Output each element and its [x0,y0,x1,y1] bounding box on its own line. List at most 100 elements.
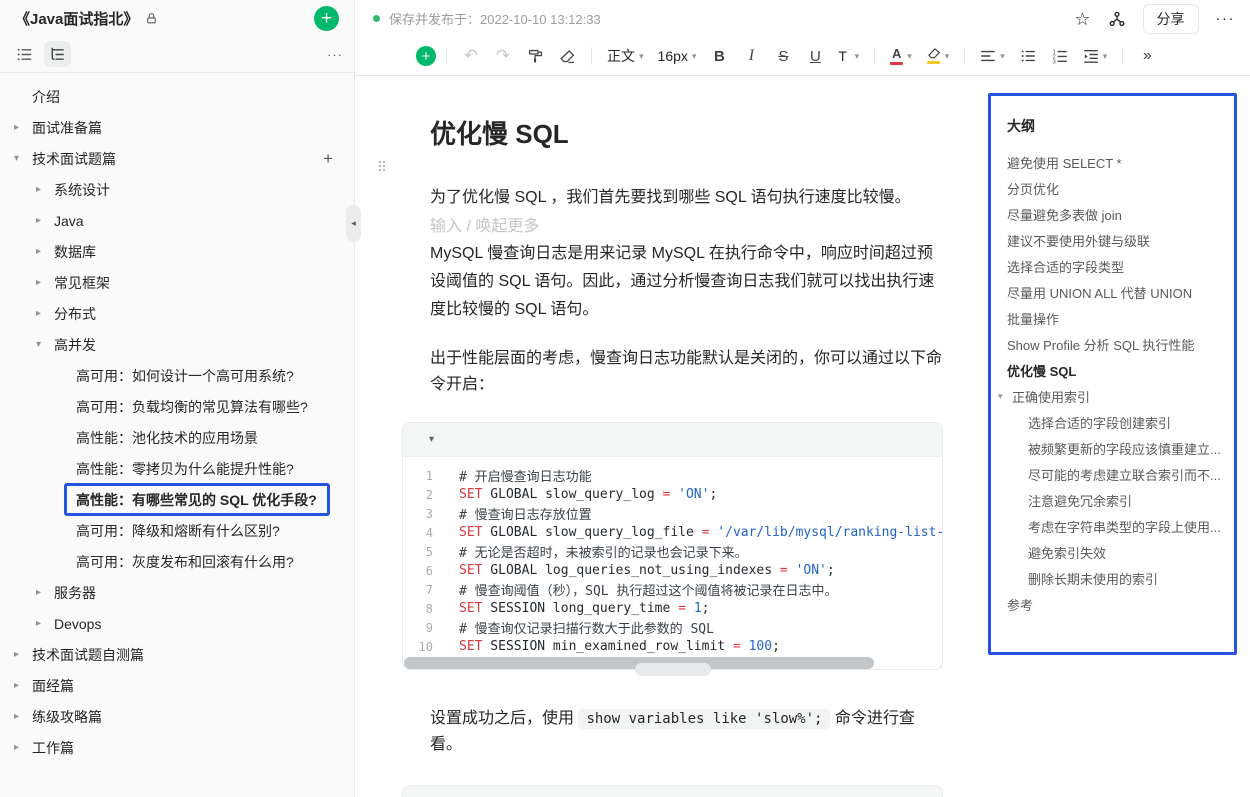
sidebar-item-label: 高可用：灰度发布和回滚有什么用? [76,552,294,572]
italic-button[interactable]: I [739,43,763,69]
document[interactable]: 优化慢 SQL ⠿ 为了优化慢 SQL ，我们首先要找到哪些 SQL 语句执行速… [430,76,943,797]
sidebar-more-button[interactable]: ··· [327,47,343,62]
sidebar-item[interactable]: 高性能：有哪些常见的 SQL 优化手段? [0,484,354,515]
font-color-dropdown[interactable]: A ▾ [887,43,915,69]
sidebar-item[interactable]: ▸数据库 [0,236,354,267]
outline-item[interactable]: 分页优化 [991,175,1224,201]
insert-block-button[interactable]: + [416,46,436,66]
outline-item[interactable]: 选择合适的字段创建索引 [991,409,1224,435]
sidebar-item[interactable]: ▸工作篇 [0,732,354,763]
sidebar-item[interactable]: ▸技术面试题自测篇 [0,639,354,670]
align-dropdown[interactable]: ▾ [977,43,1008,69]
editor-placeholder[interactable]: 输入 / 唤起更多 [430,214,943,240]
sidebar-item[interactable]: 高可用：如何设计一个高可用系统? [0,360,354,391]
chevron-down-icon[interactable]: ▾ [36,339,54,350]
indent-dropdown[interactable]: ▾ [1080,43,1111,69]
doc-title[interactable]: 优化慢 SQL [430,117,943,151]
outline-item[interactable]: 避免使用 SELECT * [991,149,1224,175]
spacing-dropdown[interactable]: T˙ ▾ [835,43,862,69]
drag-handle-icon[interactable]: ⠿ [377,160,387,174]
chevron-right-icon[interactable]: ▸ [36,215,54,226]
sidebar-item[interactable]: ▾技术面试题篇+ [0,143,354,174]
tree-view-button[interactable] [44,41,71,67]
redo-button[interactable]: ↷ [491,43,515,69]
collaborate-icon[interactable] [1108,10,1126,28]
highlight-color-dropdown[interactable]: ▾ [923,43,953,69]
sidebar-item[interactable]: ▾高并发 [0,329,354,360]
sidebar-item[interactable]: ▸练级攻略篇 [0,701,354,732]
sidebar-item[interactable]: ▸常见框架 [0,267,354,298]
sidebar-item[interactable]: ▸系统设计 [0,174,354,205]
outline-item-label: 注意避免冗余索引 [1028,491,1132,510]
bold-button[interactable]: B [707,43,731,69]
chevron-right-icon[interactable]: ▸ [14,649,32,660]
more-tools-button[interactable]: » [1135,43,1159,69]
paragraph[interactable]: 为了优化慢 SQL ，我们首先要找到哪些 SQL 语句执行速度比较慢。 [430,185,943,211]
underline-button[interactable]: U [803,43,827,69]
chevron-right-icon[interactable]: ▸ [36,618,54,629]
sidebar-item[interactable]: 高可用：灰度发布和回滚有什么用? [0,546,354,577]
sidebar-item[interactable]: 高可用：负载均衡的常见算法有哪些? [0,391,354,422]
add-page-icon[interactable]: + [323,149,333,169]
sidebar-item[interactable]: ▸面试准备篇 [0,112,354,143]
font-size-dropdown[interactable]: 16px ▾ [655,43,700,69]
list-view-button[interactable] [11,41,38,67]
chevron-right-icon[interactable]: ▸ [14,742,32,753]
chevron-right-icon[interactable]: ▸ [36,184,54,195]
outline-item[interactable]: 建议不要使用外键与级联 [991,227,1224,253]
sidebar-item[interactable]: ▸服务器 [0,577,354,608]
strikethrough-button[interactable]: S [771,43,795,69]
share-button[interactable]: 分享 [1143,4,1199,34]
chevron-right-icon[interactable]: ▸ [14,122,32,133]
format-painter-button[interactable] [523,43,547,69]
outline-item[interactable]: 尽量用 UNION ALL 代替 UNION [991,279,1224,305]
sidebar-item[interactable]: 高可用：降级和熔断有什么区别? [0,515,354,546]
sidebar-item[interactable]: ▸面经篇 [0,670,354,701]
chevron-right-icon[interactable]: ▸ [14,680,32,691]
outline-item[interactable]: 尽量避免多表做 join [991,201,1224,227]
outline-item[interactable]: 优化慢 SQL [991,357,1224,383]
numbered-list-button[interactable]: 1 2 3 [1048,43,1072,69]
star-icon[interactable]: ☆ [1074,10,1090,28]
outline-item[interactable]: ▾正确使用索引 [991,383,1224,409]
outline-item[interactable]: 删除长期未使用的索引 [991,565,1224,591]
chevron-right-icon[interactable]: ▸ [36,246,54,257]
code-block[interactable]: ▾ 1# 开启慢查询日志功能2SET GLOBAL slow_query_log… [402,422,943,670]
clear-format-button[interactable] [555,43,579,69]
chevron-down-icon[interactable]: ▾ [998,391,1012,402]
paragraph-style-dropdown[interactable]: 正文 ▾ [604,43,647,69]
line-number: 3 [403,507,433,521]
chevron-right-icon[interactable]: ▸ [14,711,32,722]
outline-item[interactable]: 参考 [991,591,1224,617]
collapse-code-icon[interactable]: ▾ [429,434,434,445]
outline-item[interactable]: 尽可能的考虑建立联合索引而不... [991,461,1224,487]
sidebar-item[interactable]: ▸分布式 [0,298,354,329]
add-book-item-button[interactable]: + [314,6,339,31]
chevron-right-icon[interactable]: ▸ [36,587,54,598]
code-block[interactable]: ▾ 1| Variable_name | Value | [402,785,943,797]
outline-item[interactable]: 考虑在字符串类型的字段上使用... [991,513,1224,539]
sidebar-item[interactable]: ▸Devops [0,608,354,639]
more-actions-button[interactable]: ··· [1216,10,1236,27]
outline-item[interactable]: 被频繁更新的字段应该慎重建立... [991,435,1224,461]
paragraph[interactable]: 设置成功之后，使用 show variables like 'slow%'; 命… [430,706,943,758]
paragraph[interactable]: 出于性能层面的考虑，慢查询日志功能默认是关闭的，你可以通过以下命令开启： [430,346,943,398]
sidebar-collapse-handle[interactable]: ◂ [346,205,361,242]
outline-item[interactable]: 批量操作 [991,305,1224,331]
sidebar-item[interactable]: 高性能：池化技术的应用场景 [0,422,354,453]
sidebar-item[interactable]: 介绍 [0,81,354,112]
outline-item[interactable]: 避免索引失效 [991,539,1224,565]
sidebar-item[interactable]: 高性能：零拷贝为什么能提升性能? [0,453,354,484]
undo-button[interactable]: ↶ [459,43,483,69]
chevron-down-icon[interactable]: ▾ [14,153,32,164]
sidebar-item-label: 面经篇 [32,676,74,696]
outline-item[interactable]: Show Profile 分析 SQL 执行性能 [991,331,1224,357]
sidebar-item[interactable]: ▸Java [0,205,354,236]
chevron-right-icon[interactable]: ▸ [36,277,54,288]
outline-item[interactable]: 注意避免冗余索引 [991,487,1224,513]
outline-item[interactable]: 选择合适的字段类型 [991,253,1224,279]
bullet-list-button[interactable] [1016,43,1040,69]
code-resize-handle[interactable] [635,663,711,676]
paragraph[interactable]: MySQL 慢查询日志是用来记录 MySQL 在执行命令中，响应时间超过预设阈值… [430,240,943,324]
chevron-right-icon[interactable]: ▸ [36,308,54,319]
